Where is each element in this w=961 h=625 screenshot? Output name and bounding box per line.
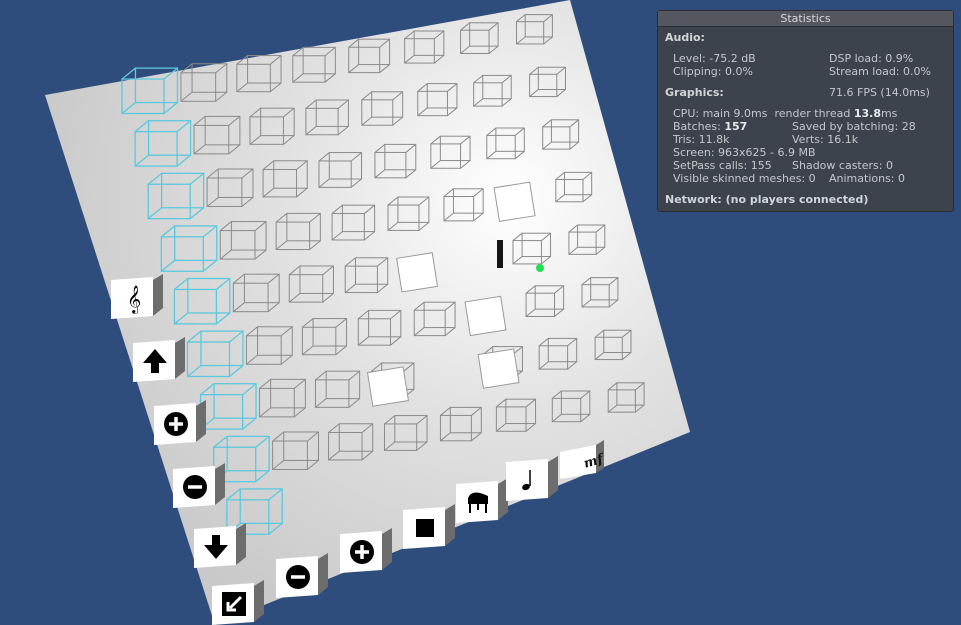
tris-count: Tris: 11.8k <box>673 133 730 146</box>
shadow-casters: Shadow casters: 0 <box>792 159 893 172</box>
graphics-header: Graphics: <box>665 86 724 99</box>
statistics-title: Statistics <box>658 11 953 27</box>
cpu-line: CPU: main 9.0ms render thread 13.8ms <box>673 107 898 121</box>
solid-white-tile[interactable] <box>493 181 536 222</box>
screen-info: Screen: 963x625 - 6.9 MB <box>673 146 816 159</box>
arrow-up-tile[interactable] <box>133 337 185 382</box>
cpu-suffix: ms <box>880 107 898 120</box>
minus-icon <box>183 475 207 499</box>
audio-clipping: Clipping: 0.0% <box>673 65 753 78</box>
dsp-load: DSP load: 0.9% <box>829 52 914 65</box>
treble-clef-icon: 𝄞 <box>127 285 141 314</box>
arrow-down-left-tile[interactable] <box>212 580 264 625</box>
audio-level: Level: -75.2 dB <box>673 52 756 65</box>
saved-by-batching: Saved by batching: 28 <box>792 120 916 133</box>
batches-line: Batches: 157 <box>673 120 748 134</box>
statistics-panel: Statistics Audio: Level: -75.2 dB DSP lo… <box>657 10 954 212</box>
plus-tile[interactable] <box>340 528 392 573</box>
stop-icon <box>416 519 434 537</box>
plus-tile[interactable] <box>154 400 206 445</box>
visible-skinned-meshes: Visible skinned meshes: 0 <box>673 172 816 185</box>
animations-count: Animations: 0 <box>829 172 906 185</box>
setpass-calls: SetPass calls: 155 <box>673 159 772 172</box>
arrow-down-tile[interactable] <box>194 523 246 568</box>
quarter-note-tile[interactable] <box>506 456 558 501</box>
grand-piano-tile[interactable] <box>456 478 508 523</box>
cursor-marker <box>536 264 544 272</box>
minus-tile[interactable] <box>173 463 225 508</box>
batches-label: Batches: <box>673 120 725 133</box>
audio-header: Audio: <box>665 31 705 44</box>
cpu-render-value: 13.8 <box>853 107 881 120</box>
minus-icon <box>286 565 310 589</box>
solid-white-tile[interactable] <box>366 366 409 407</box>
fps-readout: 71.6 FPS (14.0ms) <box>829 86 930 99</box>
grand-piano-icon <box>468 492 488 513</box>
solid-white-tile[interactable] <box>477 348 520 389</box>
stream-load: Stream load: 0.0% <box>829 65 931 78</box>
verts-count: Verts: 16.1k <box>792 133 859 146</box>
solid-white-tile[interactable] <box>396 252 439 293</box>
tile-dark-edge <box>497 240 503 268</box>
plus-icon <box>350 540 374 564</box>
plus-icon <box>164 412 188 436</box>
cpu-prefix: CPU: main 9.0ms render thread <box>673 107 854 120</box>
svg-text:𝄞: 𝄞 <box>127 285 141 314</box>
treble-clef-tile[interactable]: 𝄞 <box>111 274 163 319</box>
solid-white-tile[interactable] <box>464 295 507 337</box>
stop-tile[interactable] <box>403 504 455 549</box>
batches-value: 157 <box>724 120 748 133</box>
arrow-down-left-icon <box>222 592 246 616</box>
minus-tile[interactable] <box>276 553 328 598</box>
network-status: Network: (no players connected) <box>665 193 869 206</box>
